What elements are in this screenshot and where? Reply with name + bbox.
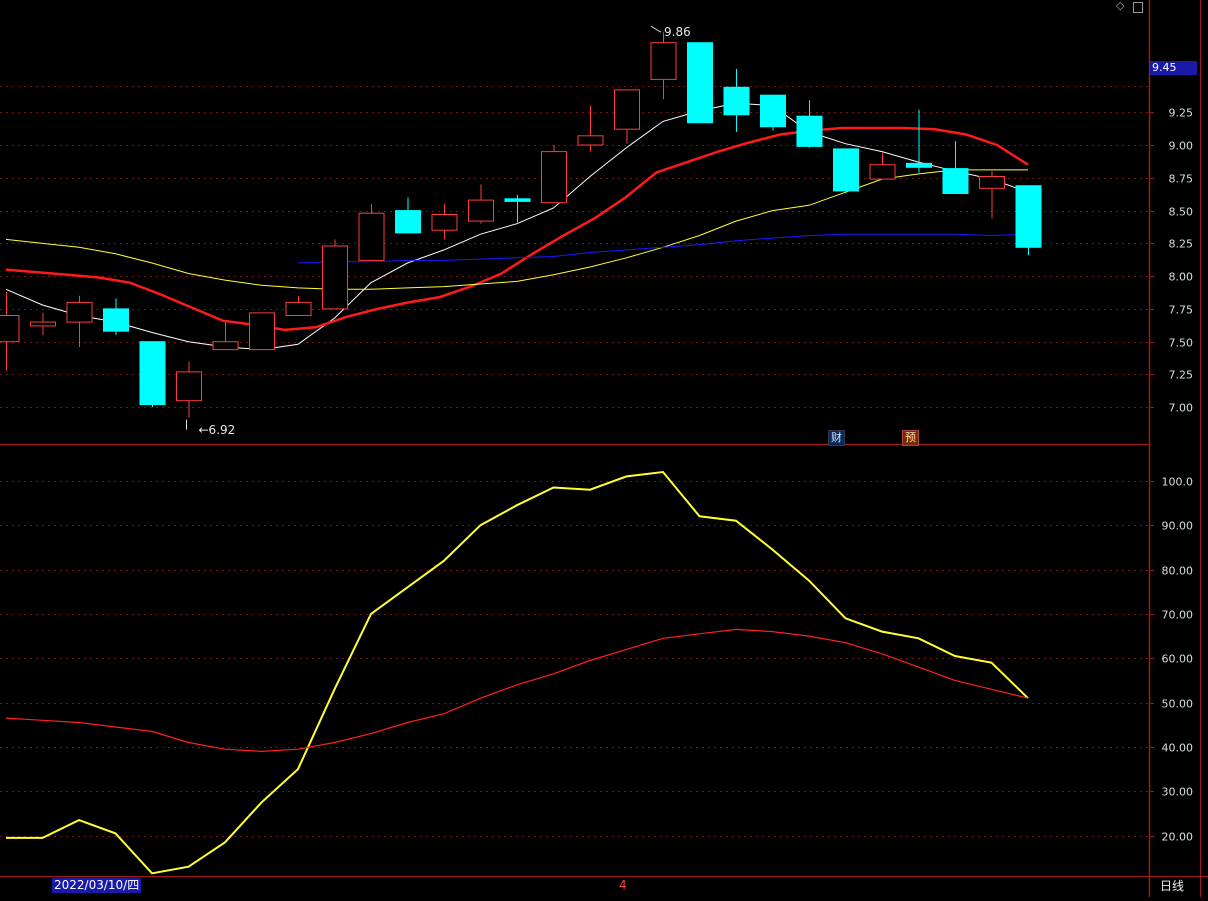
- current-price-tag: 9.45: [1150, 61, 1197, 75]
- candle-body: [395, 210, 421, 234]
- high-marker-arrow: [650, 25, 662, 33]
- panel-toggle-icon[interactable]: [1133, 2, 1143, 13]
- moving-average-line: [5, 126, 1029, 332]
- candle-body: [358, 212, 385, 261]
- price-tick-label: 8.50: [1169, 206, 1194, 219]
- candle-body: [0, 315, 20, 343]
- indicator-line: [5, 628, 1029, 753]
- badge-finance[interactable]: 财: [828, 430, 845, 446]
- candle-body: [30, 321, 56, 327]
- candle-body: [723, 86, 750, 116]
- candle-body: [833, 148, 859, 192]
- badge-forecast[interactable]: 预: [902, 430, 919, 446]
- indicator-tick-label: 50.00: [1162, 698, 1194, 711]
- candle-body: [249, 312, 275, 351]
- moving-average-line: [5, 169, 1028, 290]
- candle-body: [212, 341, 239, 351]
- candle-body: [796, 115, 823, 147]
- price-tick-label: 7.50: [1169, 337, 1194, 350]
- moving-average-line: [5, 102, 1029, 351]
- price-tick-label: 8.75: [1169, 173, 1194, 186]
- candle-body: [577, 135, 604, 146]
- stock-chart[interactable]: 9.25 9.00 8.75 8.50 8.25 8.00 7.75 7.50 7.25 7.00…: [0, 0, 1208, 897]
- candle-body: [468, 199, 494, 222]
- indicator-tick-label: 40.00: [1162, 742, 1194, 755]
- date-label: 2022/03/10/四: [52, 878, 142, 893]
- candle-body: [869, 164, 896, 180]
- price-tick-label: 7.75: [1169, 304, 1194, 317]
- price-tick-label: 7.00: [1169, 402, 1194, 415]
- indicator-tick-label: 70.00: [1162, 609, 1194, 622]
- candle-body: [176, 371, 202, 402]
- candle-body: [66, 301, 93, 323]
- indicator-tick-label: 100.0: [1162, 476, 1194, 489]
- indicator-tick-label: 20.00: [1162, 831, 1194, 844]
- moving-average-line: [297, 233, 1029, 264]
- indicator-tick-label: 90.00: [1162, 520, 1194, 533]
- price-tick-label: 7.25: [1169, 369, 1194, 382]
- candle-body: [285, 301, 312, 316]
- period-label[interactable]: 日线: [1160, 879, 1184, 894]
- candle-body: [650, 42, 677, 80]
- candle-body: [103, 308, 129, 332]
- candle-body: [504, 198, 531, 202]
- indicator-tick-label: 80.00: [1162, 565, 1194, 578]
- candle-body: [760, 94, 786, 128]
- low-price-label: ←6.92: [199, 423, 236, 437]
- candle-body: [687, 42, 713, 124]
- price-tick-label: 8.00: [1169, 271, 1194, 284]
- candle-body: [1015, 185, 1042, 248]
- candle-body: [139, 341, 166, 406]
- chart-canvas[interactable]: 9.25 9.00 8.75 8.50 8.25 8.00 7.75 7.50 7.25 7.00…: [0, 0, 1208, 897]
- high-price-label: 9.86: [664, 25, 691, 39]
- price-tick-label: 8.25: [1169, 238, 1194, 251]
- diamond-icon[interactable]: ◇: [1116, 0, 1124, 12]
- candle-body: [906, 162, 932, 168]
- candle-body: [942, 168, 969, 195]
- candle-body: [322, 245, 348, 310]
- month-marker: 4: [619, 878, 627, 892]
- price-tick-label: 9.00: [1169, 140, 1194, 153]
- indicator-tick-label: 60.00: [1162, 653, 1194, 666]
- price-tick-label: 9.25: [1169, 107, 1194, 120]
- candle-body: [614, 89, 640, 130]
- candle-body: [979, 176, 1005, 189]
- indicator-tick-label: 30.00: [1162, 786, 1194, 799]
- candle-body: [431, 214, 458, 231]
- candle-body: [541, 151, 567, 204]
- indicator-line: [6, 470, 1029, 875]
